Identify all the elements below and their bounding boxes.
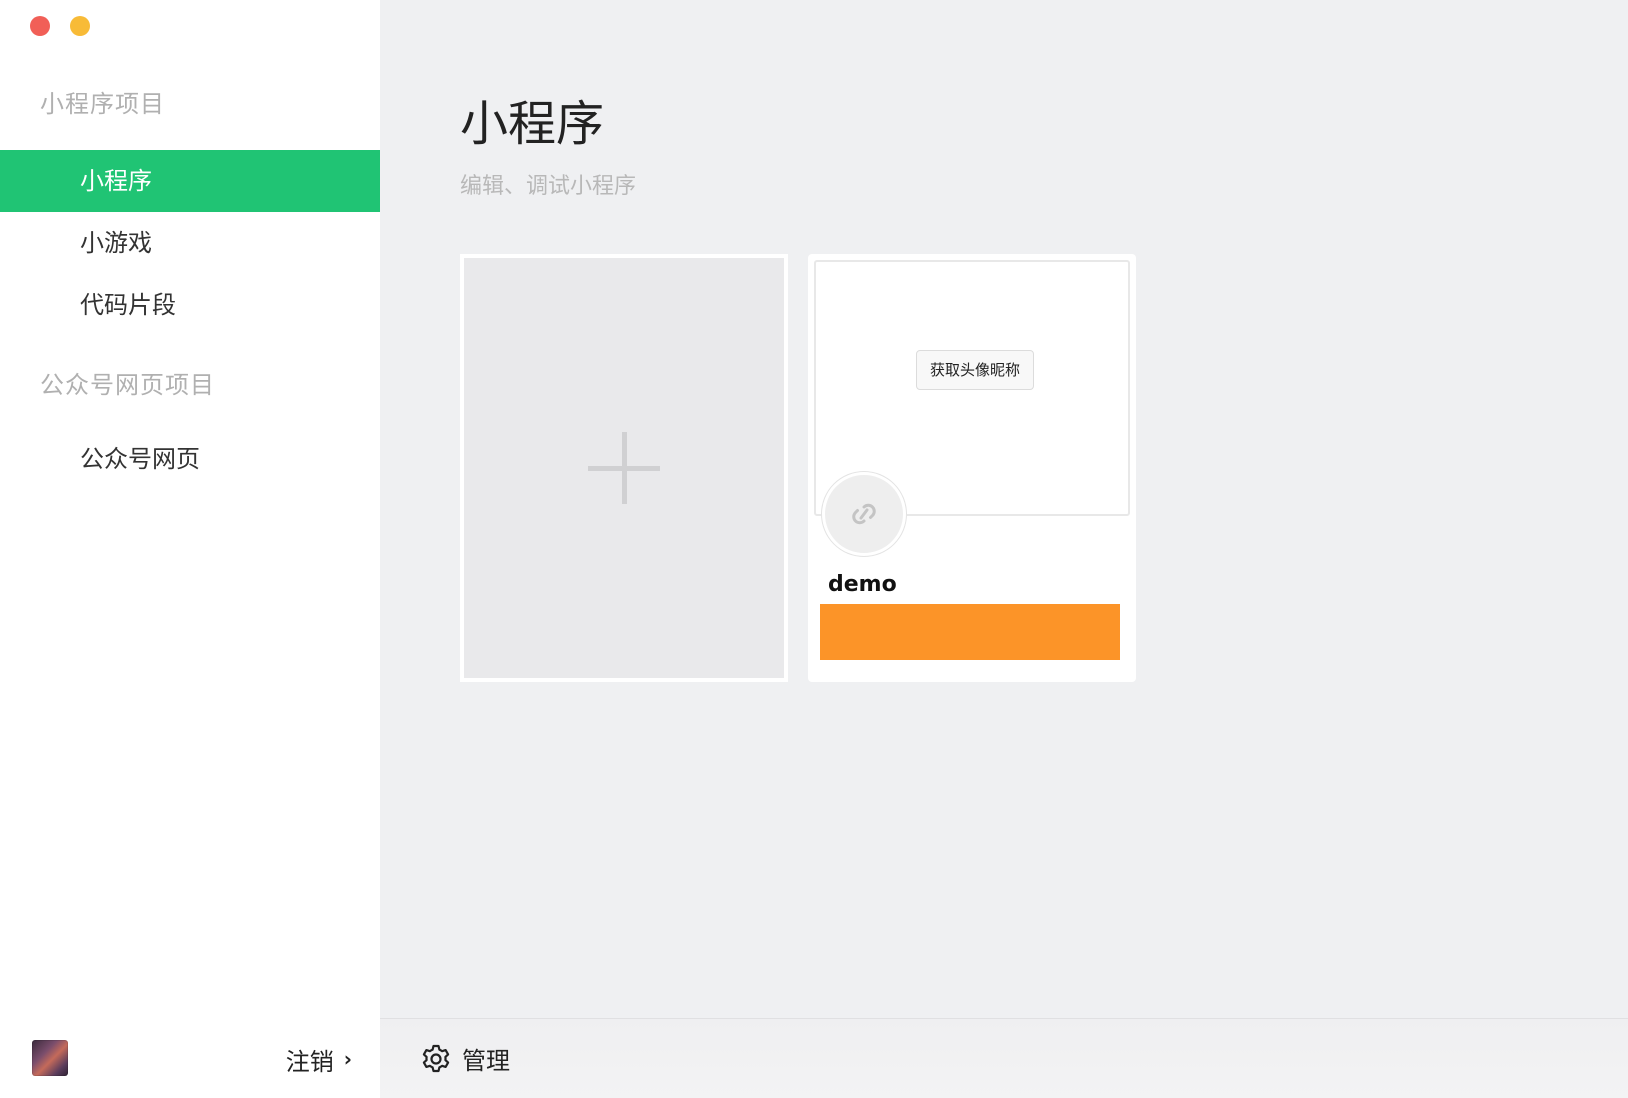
minimize-window-button[interactable] [70, 16, 90, 36]
sidebar-footer: 注销 › [0, 1018, 380, 1098]
close-window-button[interactable] [30, 16, 50, 36]
app-window: 小程序项目 小程序 小游戏 代码片段 公众号网页项目 公众号网页 注销 › 小程… [0, 0, 1628, 1098]
logout-button[interactable]: 注销 › [286, 1042, 352, 1077]
sidebar-item-minigame[interactable]: 小游戏 [0, 212, 380, 274]
project-logo [822, 472, 906, 556]
section-title-miniprogram-projects: 小程序项目 [40, 90, 165, 118]
avatar[interactable] [32, 1040, 68, 1076]
sidebar-item-miniprogram[interactable]: 小程序 [0, 150, 380, 212]
window-controls [30, 16, 90, 36]
section-title-official-account-projects: 公众号网页项目 [40, 371, 215, 399]
link-icon [852, 503, 876, 525]
project-card-demo[interactable]: 获取头像昵称 demo [808, 254, 1136, 682]
main-content: 小程序 编辑、调试小程序 获取头像昵称 demo 管理 [380, 0, 1628, 1098]
manage-button[interactable]: 管理 [420, 1041, 510, 1076]
page-title: 小程序 [460, 96, 605, 152]
sidebar: 小程序项目 小程序 小游戏 代码片段 公众号网页项目 公众号网页 注销 › [0, 0, 380, 1098]
plus-icon [588, 432, 660, 504]
main-footer: 管理 [380, 1018, 1628, 1098]
logout-label: 注销 [285, 1048, 334, 1076]
project-status-bar [820, 604, 1120, 660]
sidebar-item-code-snippets[interactable]: 代码片段 [0, 274, 380, 336]
manage-label: 管理 [462, 1047, 510, 1075]
gear-icon [422, 1044, 450, 1072]
preview-get-profile-button: 获取头像昵称 [916, 350, 1034, 390]
chevron-right-icon: › [343, 1046, 352, 1071]
project-name: demo [828, 572, 897, 597]
page-subtitle: 编辑、调试小程序 [460, 174, 637, 199]
sidebar-item-official-account-web[interactable]: 公众号网页 [0, 428, 380, 490]
new-project-card[interactable] [460, 254, 788, 682]
